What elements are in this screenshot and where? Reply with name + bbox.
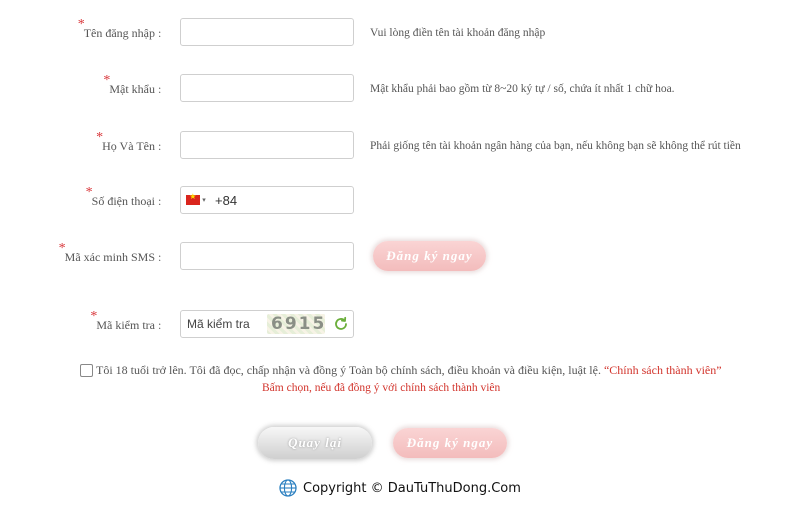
captcha-label: * Mã kiểm tra <box>90 309 155 332</box>
password-row: * Mật khẩu : Mật khẩu phải bao gồm từ 8~… <box>0 73 805 114</box>
required-asterisk: * <box>90 309 98 324</box>
captcha-row: * Mã kiểm tra : 6915 <box>0 309 805 350</box>
required-asterisk: * <box>85 185 93 200</box>
copyright-text: Copyright © DauTuThuDong.Com <box>303 480 521 496</box>
footer: Copyright © DauTuThuDong.Com <box>279 479 521 497</box>
password-input[interactable] <box>180 74 354 102</box>
phone-input[interactable] <box>215 187 351 213</box>
fullname-row: * Họ Và Tên : Phải giống tên tài khoản n… <box>0 130 805 171</box>
agreement-text: Tôi 18 tuổi trở lên. Tôi đã đọc, chấp nh… <box>96 363 722 377</box>
vietnam-flag-icon <box>186 192 201 205</box>
register-button[interactable]: Đăng ký ngay <box>393 428 507 458</box>
agreement-note: Bấm chọn, nếu đã đồng ý với chính sách t… <box>262 382 501 394</box>
captcha-image[interactable]: 6915 <box>267 314 325 334</box>
sms-label: * Mã xác minh SMS <box>58 241 155 264</box>
phone-field: ▾ <box>180 186 354 214</box>
chevron-down-icon: ▾ <box>202 196 206 204</box>
country-code-selector[interactable]: ▾ <box>181 187 211 213</box>
required-asterisk: * <box>103 73 111 88</box>
username-row: * Tên đăng nhập : Vui lòng điền tên tài … <box>0 17 805 58</box>
refresh-icon[interactable] <box>333 316 349 332</box>
fullname-hint: Phải giống tên tài khoản ngân hàng của b… <box>370 140 741 152</box>
phone-label: * Số điện thoại <box>85 185 155 208</box>
globe-icon <box>279 479 297 497</box>
password-hint: Mật khẩu phải bao gồm từ 8~20 ký tự / số… <box>370 83 675 95</box>
sms-code-input[interactable] <box>180 242 354 270</box>
required-asterisk: * <box>58 241 66 256</box>
captcha-field: 6915 <box>180 310 354 338</box>
username-hint: Vui lòng điền tên tài khoản đăng nhập <box>370 27 546 39</box>
agreement-section: Tôi 18 tuổi trở lên. Tôi đã đọc, chấp nh… <box>80 363 780 403</box>
required-asterisk: * <box>96 130 104 145</box>
agree-checkbox[interactable] <box>80 364 93 377</box>
username-input[interactable] <box>180 18 354 46</box>
label-colon: : <box>158 26 162 40</box>
phone-row: * Số điện thoại : ▾ <box>0 185 805 226</box>
label-colon: : <box>158 139 162 153</box>
captcha-code-text: 6915 <box>271 314 325 334</box>
fullname-input[interactable] <box>180 131 354 159</box>
label-colon: : <box>158 82 162 96</box>
username-label: * Tên đăng nhập <box>77 17 155 40</box>
captcha-input[interactable] <box>187 311 265 337</box>
fullname-label: * Họ Và Tên <box>96 130 155 153</box>
label-colon: : <box>158 318 162 332</box>
required-asterisk: * <box>77 17 85 32</box>
label-colon: : <box>158 194 162 208</box>
member-policy-link[interactable]: “Chính sách thành viên” <box>604 363 722 377</box>
label-colon: : <box>158 250 162 264</box>
send-sms-button[interactable]: Đăng ký ngay <box>373 241 486 271</box>
back-button[interactable]: Quay lại <box>258 427 372 459</box>
password-label: * Mật khẩu <box>103 73 155 96</box>
sms-row: * Mã xác minh SMS : Đăng ký ngay <box>0 241 805 282</box>
